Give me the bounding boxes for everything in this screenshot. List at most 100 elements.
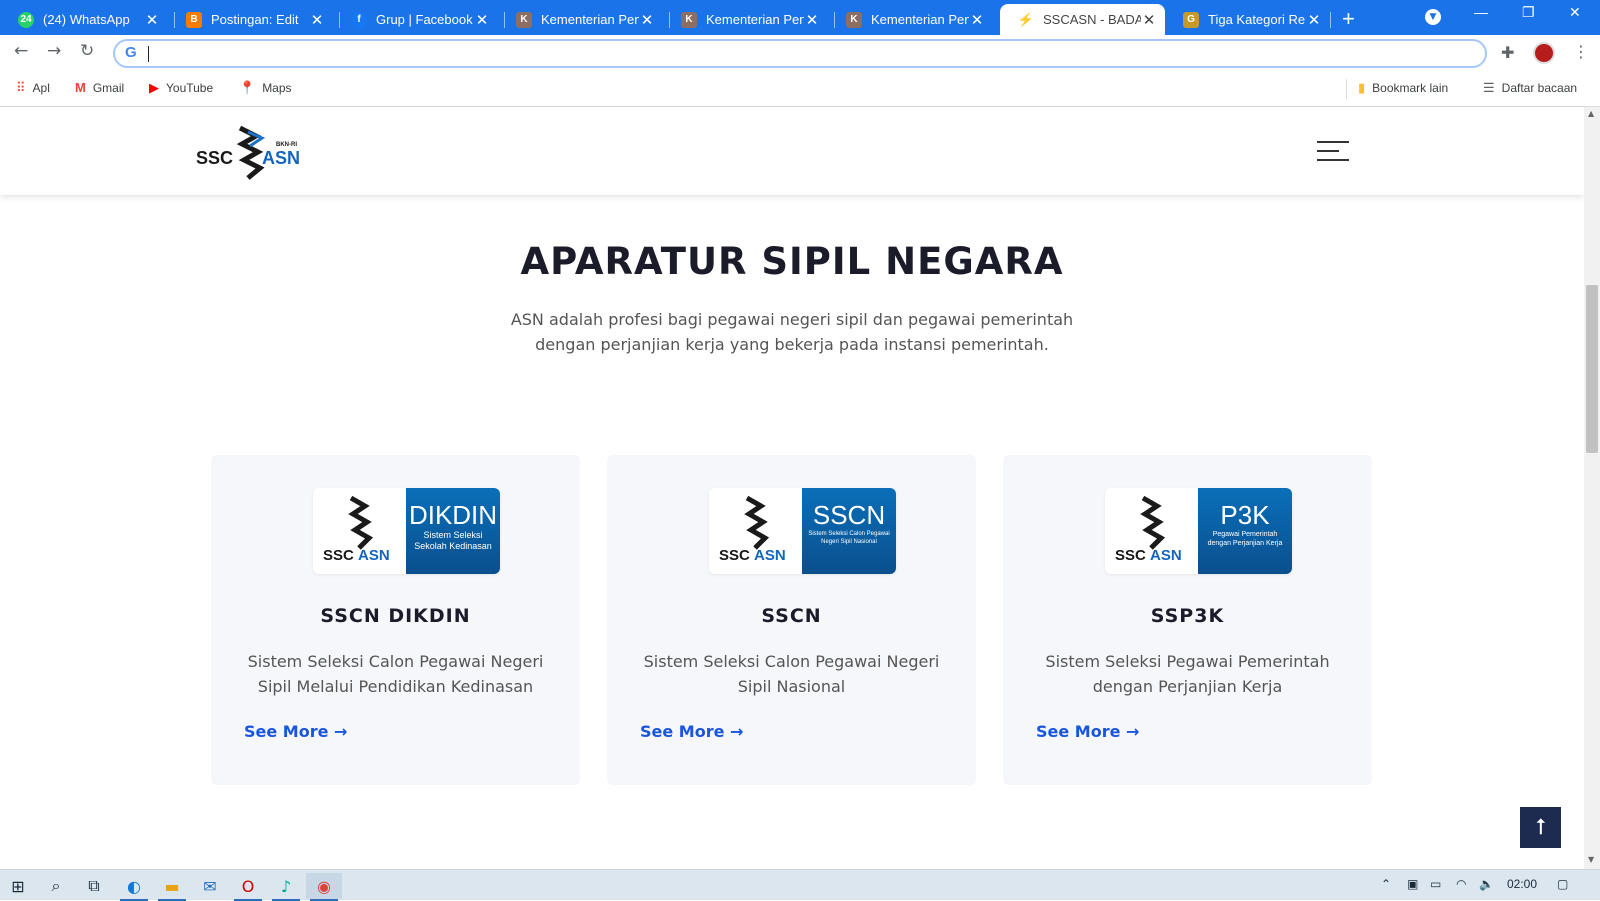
close-icon[interactable]: ✕ [474, 11, 490, 29]
dikdin-logo: SSC ASN DIKDIN Sistem Seleksi Sekolah Ke… [313, 488, 500, 574]
see-more-link[interactable]: See More → [640, 722, 743, 741]
tab-title: Kementerian Pend [871, 12, 969, 27]
sscn-logo: SSC ASN SSCN Sistem Seleksi Calon Pegawa… [709, 488, 896, 574]
tab-kementerian-1[interactable]: K Kementerian Pend ✕ [498, 4, 663, 35]
sscasn-icon: ⚡ [1017, 11, 1035, 28]
bookmark-apps[interactable]: ⠿ Apl [16, 80, 50, 96]
windows-start-icon[interactable]: ⊞ [0, 873, 36, 899]
whatsapp-icon: 24 [18, 11, 34, 28]
opera-icon[interactable]: O [230, 873, 266, 901]
close-icon[interactable]: ✕ [969, 11, 985, 29]
maps-icon: 📍 [239, 80, 256, 95]
forward-icon[interactable]: → [47, 41, 61, 61]
card-sscn-dikdin: SSC ASN DIKDIN Sistem Seleksi Sekolah Ke… [211, 455, 580, 785]
scroll-down-icon[interactable]: ▼ [1588, 855, 1594, 864]
page-title: APARATUR SIPIL NEGARA [520, 240, 1064, 283]
reading-list[interactable]: ☰ Daftar bacaan [1483, 80, 1577, 96]
close-icon[interactable]: ✕ [309, 11, 325, 29]
kementerian-icon: K [846, 11, 862, 28]
tab-title: SSCASN - BADAN [1043, 12, 1141, 27]
badge-subtitle: Sistem Seleksi Calon Pegawai Negeri Sipi… [808, 531, 890, 545]
kementerian-icon: K [681, 11, 697, 28]
kementerian-icon: K [516, 11, 532, 28]
task-view-icon[interactable]: ⧉ [76, 873, 112, 899]
close-icon[interactable]: ✕ [144, 11, 160, 29]
bookmark-label: Apl [32, 81, 50, 95]
chevron-up-icon[interactable]: ⌃ [1381, 877, 1391, 891]
badge-subtitle: Pegawai Pemerintah dengan Perjanjian Ker… [1207, 531, 1283, 547]
minimize-icon[interactable]: — [1474, 4, 1488, 20]
bookmark-maps[interactable]: 📍 Maps [239, 80, 292, 96]
sscasn-logo[interactable]: SSC ASN BKN-RI [196, 122, 306, 180]
bookmark-label: Daftar bacaan [1501, 81, 1578, 95]
wifi-icon[interactable]: ◠ [1456, 877, 1466, 891]
close-icon[interactable]: ✕ [804, 11, 820, 29]
tab-separator [1330, 12, 1331, 28]
bookmark-gmail[interactable]: M Gmail [75, 80, 124, 95]
address-input[interactable] [149, 43, 1449, 65]
bookmark-label: YouTube [166, 81, 214, 95]
taskbar: ⊞ ⌕ ⧉ ◐ ▬ ✉ O ♪ ◉ ⌃ ▣ ▭ ◠ 🔈 02:00 ▢ [0, 869, 1600, 901]
clock[interactable]: 02:00 [1507, 877, 1537, 891]
badge-title: P3K [1220, 500, 1270, 530]
chrome-icon[interactable]: ◉ [306, 873, 342, 901]
tab-strip: 24 (24) WhatsApp ✕ B Postingan: Edit ✕ f… [0, 0, 1600, 35]
tab-sscasn[interactable]: ⚡ SSCASN - BADAN ✕ [1000, 4, 1165, 35]
tab-blogger[interactable]: B Postingan: Edit ✕ [168, 4, 333, 35]
menu-icon[interactable]: ⋮ [1573, 42, 1589, 61]
close-window-icon[interactable]: ✕ [1569, 4, 1581, 21]
tab-kementerian-2[interactable]: K Kementerian Pend ✕ [663, 4, 828, 35]
tab-search-icon[interactable]: ▼ [1425, 9, 1441, 25]
logo-text-asn: ASN [754, 547, 786, 564]
close-icon[interactable]: ✕ [1306, 11, 1322, 29]
close-icon[interactable]: ✕ [639, 11, 655, 29]
new-tab-icon[interactable]: + [1342, 6, 1355, 32]
card-description: Sistem Seleksi Calon Pegawai Negeri Sipi… [247, 652, 544, 696]
back-icon[interactable]: ← [14, 41, 28, 61]
edge-icon[interactable]: ◐ [116, 873, 152, 901]
card-title: SSCN DIKDIN [320, 605, 471, 627]
bookmark-other[interactable]: ▮ Bookmark lain [1358, 80, 1448, 96]
see-more-link[interactable]: See More → [244, 722, 347, 741]
card-sscn: SSC ASN SSCN Sistem Seleksi Calon Pegawa… [607, 455, 976, 785]
tab-facebook[interactable]: f Grup | Facebook ✕ [333, 4, 498, 35]
tab-whatsapp[interactable]: 24 (24) WhatsApp ✕ [0, 4, 168, 35]
google-icon: G [125, 44, 137, 61]
sscasn-logo-mark: SSC ASN [1115, 495, 1182, 564]
back-to-top-button[interactable]: ⭡ [1520, 807, 1561, 848]
close-icon[interactable]: ✕ [1141, 11, 1157, 29]
logo-text-ssc: SSC [719, 547, 750, 564]
garuda-icon: G [1183, 11, 1199, 28]
avatar[interactable] [1533, 42, 1555, 64]
page-scrollbar[interactable]: ▲ ▼ [1584, 107, 1600, 869]
reload-icon[interactable]: ↻ [80, 41, 94, 61]
logo-text-ssc: SSC [323, 547, 354, 564]
sscasn-logo-mark: SSC ASN BKN-RI [196, 125, 300, 180]
bookmark-label: Bookmark lain [1372, 81, 1449, 95]
file-explorer-icon[interactable]: ▬ [154, 873, 190, 901]
logo-text-asn: ASN [1150, 547, 1182, 564]
tab-tiga-kategori[interactable]: G Tiga Kategori Rek ✕ [1165, 4, 1330, 35]
battery-icon[interactable]: ▭ [1430, 877, 1441, 891]
card-description: Sistem Seleksi Calon Pegawai Negeri Sipi… [643, 652, 940, 696]
browser-toolbar: ← → ↻ G ✚ ⋮ [0, 35, 1600, 71]
search-icon[interactable]: ⌕ [38, 873, 74, 899]
logo-text-ssc: SSC [1115, 547, 1146, 564]
address-bar[interactable]: G [113, 39, 1487, 68]
card-description: Sistem Seleksi Pegawai Pemerintah dengan… [1045, 652, 1330, 696]
extensions-icon[interactable]: ✚ [1501, 43, 1514, 62]
see-more-link[interactable]: See More → [1036, 722, 1139, 741]
mail-icon[interactable]: ✉ [192, 873, 228, 899]
hamburger-menu-icon[interactable] [1317, 141, 1349, 161]
logo-text-asn: ASN [262, 148, 300, 168]
restore-icon[interactable]: ❐ [1522, 4, 1535, 21]
tiktok-icon[interactable]: ♪ [268, 873, 304, 901]
volume-icon[interactable]: 🔈 [1479, 877, 1494, 891]
tab-title: Tiga Kategori Rek [1208, 12, 1306, 27]
notifications-icon[interactable]: ▢ [1557, 877, 1568, 891]
meet-now-icon[interactable]: ▣ [1407, 877, 1418, 891]
scroll-thumb[interactable] [1586, 285, 1598, 453]
bookmark-youtube[interactable]: ▶ YouTube [149, 80, 213, 96]
tab-kementerian-3[interactable]: K Kementerian Pend ✕ [828, 4, 993, 35]
scroll-up-icon[interactable]: ▲ [1588, 109, 1594, 118]
